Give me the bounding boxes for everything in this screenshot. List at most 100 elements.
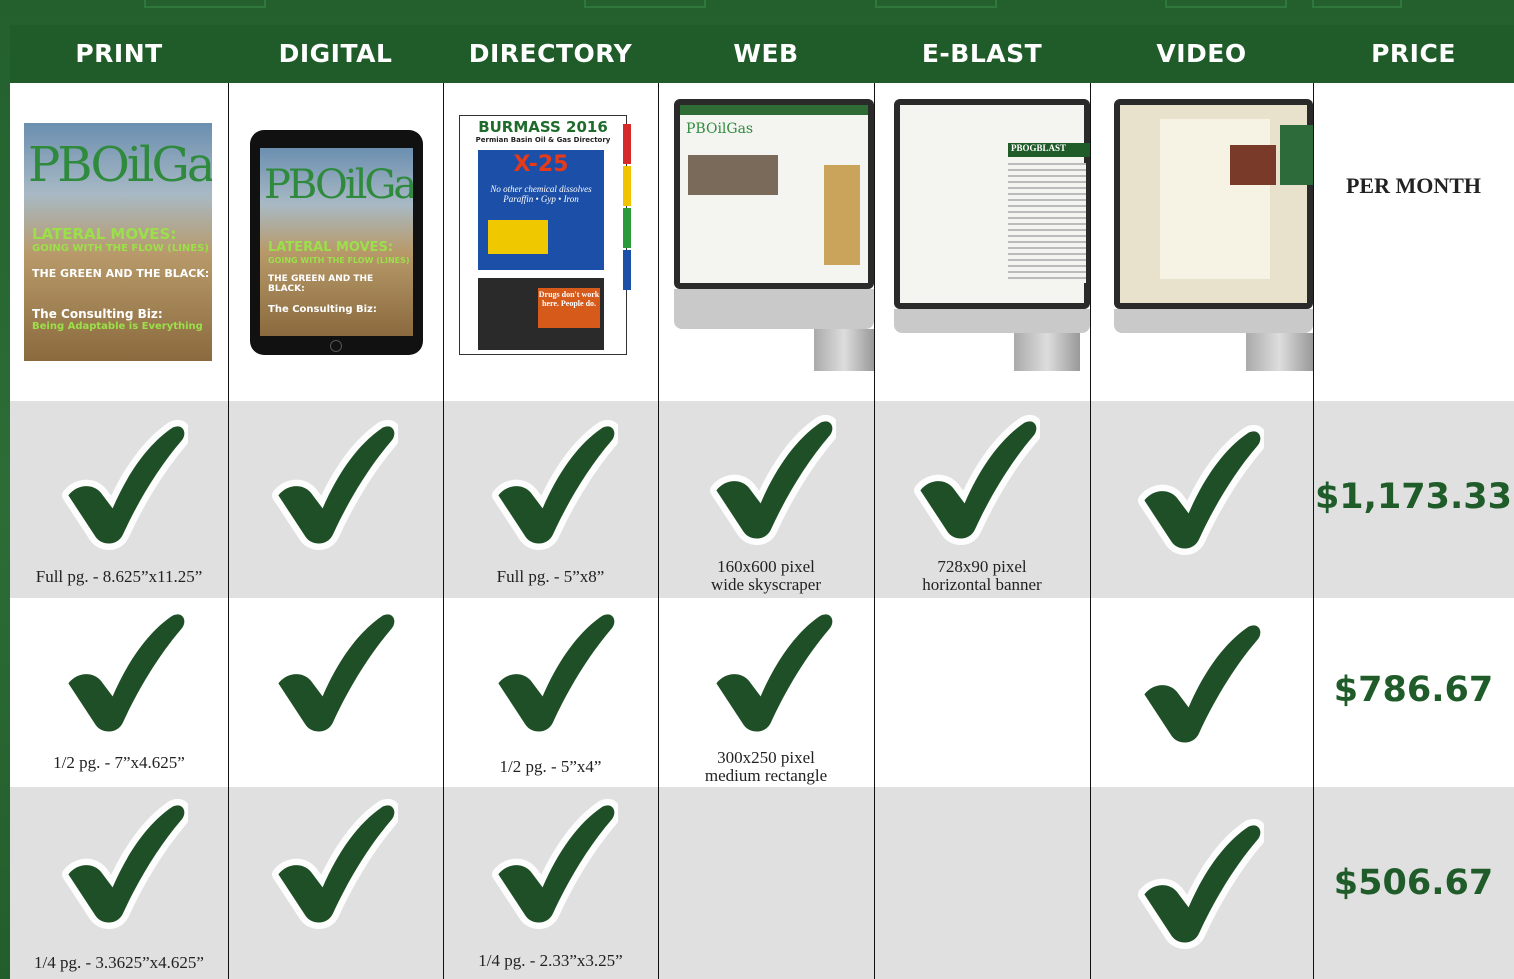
cover-headline-sub: GOING WITH THE FLOW (LINES) — [268, 256, 410, 265]
eblast-size-label: 728x90 pixel — [937, 557, 1027, 576]
site-nav — [680, 105, 868, 115]
tab-marker — [623, 208, 631, 248]
print-size-label: 1/4 pg. - 3.3625”x4.625” — [34, 953, 204, 972]
check-icon — [268, 608, 398, 738]
cover-headline: LATERAL MOVES: — [32, 225, 177, 243]
monitor-chin — [1114, 309, 1313, 333]
cover-headline: LATERAL MOVES: — [268, 240, 394, 255]
monitor-stand — [1246, 333, 1313, 371]
column-divider — [1313, 83, 1314, 979]
header-web: WEB — [733, 39, 799, 68]
check-icon — [1134, 819, 1264, 949]
directory-ad: Drugs don't work here. People do. — [478, 278, 604, 350]
ad-text: Drugs don't work here. People do. — [538, 288, 600, 328]
check-icon — [488, 420, 618, 550]
tab-marker — [623, 166, 631, 206]
web-monitor-image: PBOilGas — [674, 99, 874, 371]
print-size-label: 1/2 pg. - 7”x4.625” — [53, 753, 185, 772]
directory-ad: X-25 No other chemical dissolves Paraffi… — [478, 150, 604, 270]
cover-story: The Consulting Biz: — [268, 304, 377, 315]
directory-size-label: 1/4 pg. - 2.33”x3.25” — [478, 951, 623, 970]
monitor-chin — [894, 309, 1090, 333]
web-size-label: 160x600 pixel — [717, 557, 815, 576]
cover-headline-sub: GOING WITH THE FLOW (LINES) — [32, 243, 209, 254]
price-half: $786.67 — [1333, 670, 1494, 710]
video-site-screenshot — [1120, 105, 1313, 303]
check-icon — [910, 415, 1040, 545]
tablet-screen: PBOilGas LATERAL MOVES: GOING WITH THE F… — [260, 148, 413, 336]
magazine-logo: PBOilGas — [264, 162, 413, 208]
per-month-label: PER MONTH — [1345, 173, 1482, 198]
column-divider — [443, 83, 444, 979]
video-side-panel — [1280, 125, 1313, 185]
web-size-label: medium rectangle — [704, 766, 828, 785]
header-eblast: E-BLAST — [921, 39, 1043, 68]
top-tab-decoration — [144, 0, 266, 8]
site-logo: PBOilGas — [686, 121, 754, 137]
web-size-label: 300x250 pixel — [717, 748, 815, 767]
price-quarter: $506.67 — [1333, 863, 1494, 903]
pricing-table: PBOilGas LATERAL MOVES: GOING WITH THE F… — [10, 83, 1514, 979]
skyscraper-ad — [824, 165, 860, 265]
directory-subtitle: Permian Basin Oil & Gas Directory — [475, 136, 611, 144]
top-tab-decoration — [875, 0, 997, 8]
ad-title: X-25 — [513, 152, 569, 177]
cover-story: THE GREEN AND THE BLACK: — [268, 274, 374, 294]
tab-marker — [623, 250, 631, 290]
digital-tablet-image: PBOilGas LATERAL MOVES: GOING WITH THE F… — [250, 130, 423, 355]
header-directory: DIRECTORY — [468, 39, 633, 68]
check-icon — [706, 415, 836, 545]
check-icon — [58, 799, 188, 929]
monitor-screen — [1114, 99, 1313, 309]
eblast-banner: PBOGBLAST — [1008, 143, 1090, 157]
directory-size-label: Full pg. - 5”x8” — [496, 567, 605, 586]
top-tab-decoration — [1165, 0, 1287, 8]
check-icon — [488, 799, 618, 929]
table-row — [10, 787, 1514, 979]
check-icon — [706, 608, 836, 738]
home-button-icon — [330, 340, 342, 352]
table-header: PRINT DIGITAL DIRECTORY WEB E-BLAST VIDE… — [10, 25, 1514, 83]
header-price: PRICE — [1371, 39, 1456, 68]
print-magazine-cover: PBOilGas LATERAL MOVES: GOING WITH THE F… — [24, 123, 212, 361]
column-divider — [874, 83, 875, 979]
header-digital: DIGITAL — [278, 39, 393, 68]
ad-text: No other chemical dissolves Paraffin • G… — [490, 184, 592, 204]
check-icon — [1134, 425, 1264, 555]
video-monitor-image — [1114, 99, 1313, 371]
check-icon — [268, 420, 398, 550]
check-icon — [1134, 619, 1264, 749]
web-size-label: wide skyscraper — [711, 575, 821, 594]
eblast-size-label: horizontal banner — [922, 575, 1042, 594]
header-video: VIDEO — [1156, 39, 1247, 68]
directory-cover-image: BURMASS 2016 Permian Basin Oil & Gas Dir… — [459, 115, 631, 355]
video-page — [1160, 119, 1270, 279]
page-background: PRINT DIGITAL DIRECTORY WEB E-BLAST VIDE… — [0, 0, 1514, 979]
print-size-label: Full pg. - 8.625”x11.25” — [35, 567, 203, 586]
tab-marker — [623, 124, 631, 164]
cover-story-sub: Being Adaptable is Everything — [32, 321, 203, 332]
check-icon — [58, 420, 188, 550]
video-thumbnail — [1230, 145, 1276, 185]
site-photo — [688, 155, 778, 195]
header-print: PRINT — [75, 39, 163, 68]
check-icon — [268, 799, 398, 929]
check-icon — [58, 608, 188, 738]
monitor-screen: PBOGBLAST — [894, 99, 1090, 309]
eblast-monitor-image: PBOGBLAST — [894, 99, 1090, 371]
monitor-chin — [674, 289, 874, 329]
cover-story: THE GREEN AND THE BLACK: — [32, 267, 210, 280]
monitor-stand — [1014, 333, 1080, 371]
cover-story: The Consulting Biz: — [32, 307, 163, 321]
column-divider — [1090, 83, 1091, 979]
directory-size-label: 1/2 pg. - 5”x4” — [499, 757, 602, 776]
monitor-screen: PBOilGas — [674, 99, 874, 289]
magazine-logo: PBOilGas — [28, 137, 212, 193]
truck-image — [488, 220, 548, 254]
directory-title: BURMASS 2016 — [478, 118, 608, 136]
email-text — [1008, 163, 1086, 283]
check-icon — [488, 608, 618, 738]
column-divider — [658, 83, 659, 979]
column-divider — [228, 83, 229, 979]
email-screenshot: PBOGBLAST — [900, 105, 1090, 303]
